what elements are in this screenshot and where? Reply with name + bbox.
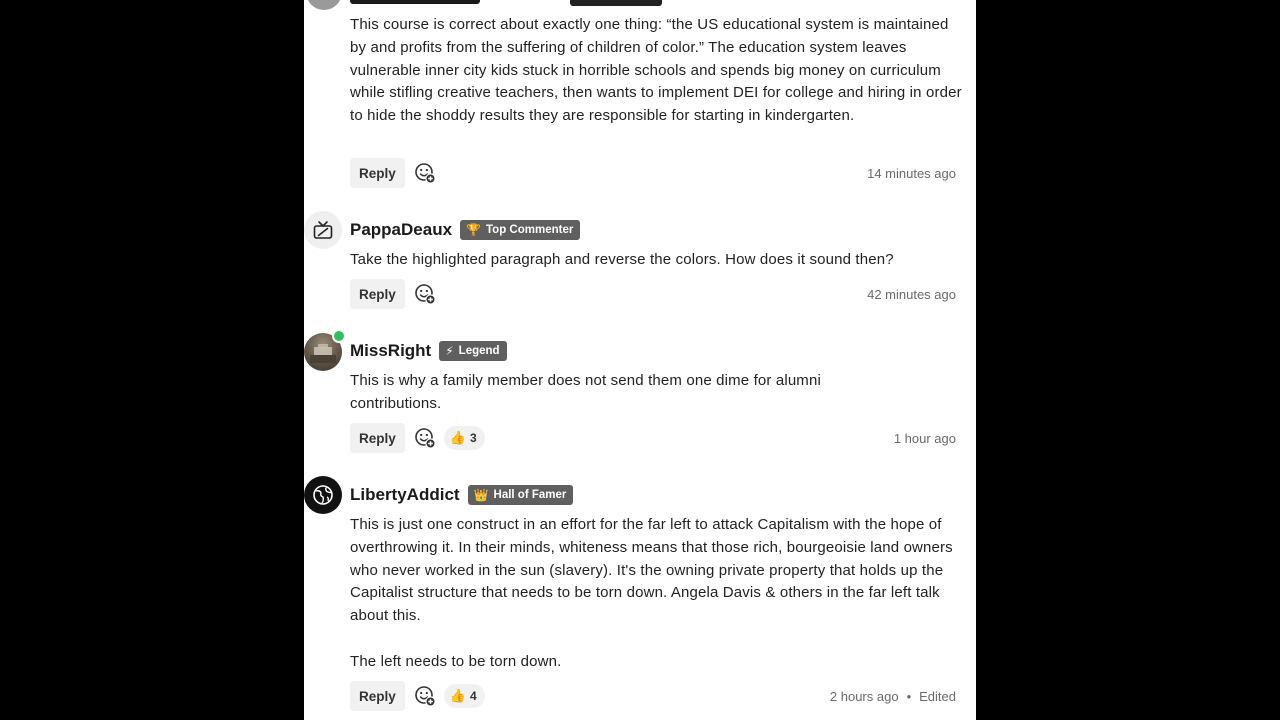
meta-separator: • (906, 688, 912, 704)
username[interactable]: MissRight (350, 341, 431, 361)
comment-body: This course is correct about exactly one… (350, 14, 962, 128)
comment-paragraph: The left needs to be torn down. (350, 652, 562, 670)
reply-button[interactable]: Reply (350, 681, 405, 711)
badge-label: Top Commenter (486, 224, 574, 236)
lightning-icon: ⚡ (445, 344, 454, 358)
comment-header: PappaDeaux 🏆 Top Commenter (350, 219, 581, 241)
badge-label: Legend (458, 345, 500, 357)
reply-button[interactable]: Reply (350, 158, 405, 188)
avatar[interactable] (304, 329, 346, 371)
add-reaction-icon[interactable] (414, 283, 436, 305)
thumbs-up-icon: 👍 (449, 430, 466, 445)
comment-actions: Reply 👍 4 2 hours ago • Edited (350, 681, 956, 711)
add-reaction-icon[interactable] (414, 162, 436, 184)
comment-paragraph: This is just one construct in an effort … (350, 516, 953, 625)
add-reaction-icon[interactable] (414, 685, 436, 707)
comment-body: This is just one construct in an effort … (350, 514, 962, 674)
comments-panel: This course is correct about exactly one… (304, 0, 976, 720)
user-badge-cut (570, 0, 662, 6)
edited-label: Edited (919, 688, 956, 704)
reply-button[interactable]: Reply (350, 423, 405, 453)
globe-icon (313, 485, 333, 505)
comment-paragraph: Take the highlighted paragraph and rever… (350, 251, 894, 268)
comment-timestamp: 2 hours ago (829, 688, 899, 704)
comment-meta: 2 hours ago • Edited (830, 689, 956, 704)
comment-header: MissRight ⚡ Legend (350, 340, 507, 362)
comment-actions: Reply 42 minutes ago (350, 279, 956, 309)
avatar[interactable] (306, 0, 342, 10)
avatar[interactable] (304, 211, 342, 249)
comment-paragraph: This course is correct about exactly one… (350, 16, 962, 125)
user-badge: ⚡ Legend (439, 341, 507, 361)
like-count: 3 (469, 431, 477, 445)
comment-timestamp: 14 minutes ago (867, 165, 956, 181)
comment-body: Take the highlighted paragraph and rever… (350, 249, 962, 272)
badge-label: Hall of Famer (493, 489, 567, 501)
comment-actions: Reply 👍 3 1 hour ago (350, 423, 956, 453)
thumbs-up-icon: 👍 (449, 688, 466, 703)
comment-paragraph: This is why a family member does not sen… (350, 372, 821, 412)
comment-actions: Reply 14 minutes ago (350, 158, 956, 188)
like-reaction-button[interactable]: 👍 3 (443, 426, 485, 450)
username-cut[interactable] (350, 0, 480, 4)
reply-button[interactable]: Reply (350, 279, 405, 309)
user-badge: 🏆 Top Commenter (460, 220, 581, 240)
avatar[interactable] (304, 476, 342, 514)
like-count: 4 (469, 689, 477, 703)
crown-icon: 👑 (473, 488, 489, 502)
username[interactable]: LibertyAddict (350, 485, 460, 505)
tv-icon (313, 221, 333, 239)
trophy-icon: 🏆 (466, 223, 481, 237)
comment-timestamp: 1 hour ago (893, 430, 956, 446)
like-reaction-button[interactable]: 👍 4 (443, 684, 485, 708)
user-badge: 👑 Hall of Famer (467, 485, 574, 505)
comment-timestamp: 42 minutes ago (867, 286, 956, 302)
online-status-dot (332, 329, 346, 343)
username[interactable]: PappaDeaux (350, 220, 452, 240)
add-reaction-icon[interactable] (414, 427, 436, 449)
comment-body: This is why a family member does not sen… (350, 370, 910, 416)
comment-header: LibertyAddict 👑 Hall of Famer (350, 484, 574, 506)
user-photo-icon (310, 344, 336, 363)
